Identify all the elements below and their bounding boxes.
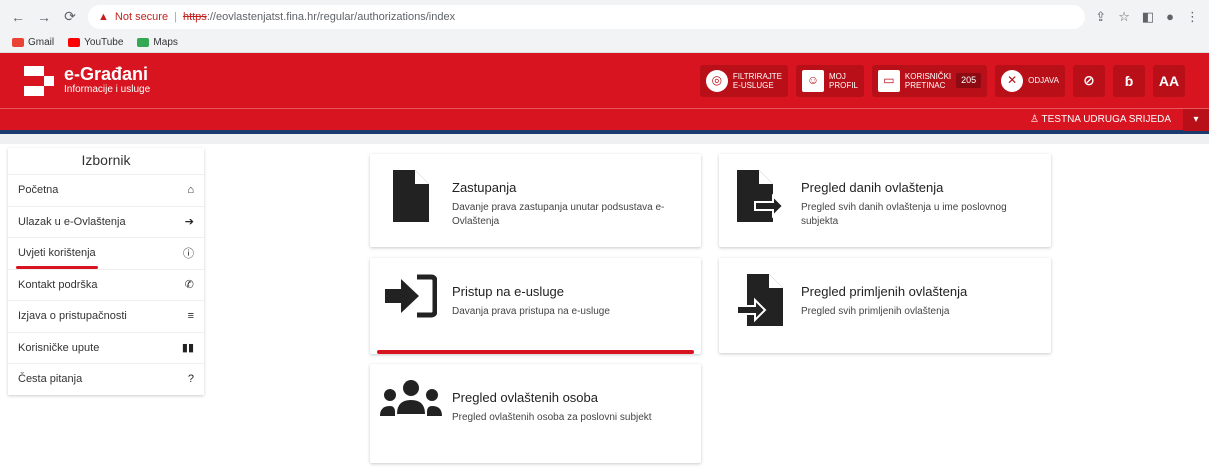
user-icon: ♙ (1029, 114, 1042, 125)
sidepanel-icon[interactable]: ◧ (1142, 9, 1154, 25)
bookmarks-bar: Gmail YouTube Maps (0, 33, 1209, 53)
site-header: e-Građani Informacije i usluge ◎ FILTRIR… (0, 53, 1209, 108)
phone-icon: ✆ (184, 279, 194, 292)
document-export-icon (719, 170, 801, 247)
question-icon: ? (187, 373, 194, 386)
card-eservice-access[interactable]: Pristup na e-usluge Davanja prava pristu… (370, 258, 701, 354)
site-logo[interactable]: e-Građani Informacije i usluge (24, 65, 150, 96)
document-icon (370, 170, 452, 247)
home-icon: ⌂ (187, 184, 194, 197)
page-gap (0, 134, 1209, 144)
maps-icon (137, 38, 150, 47)
user-bar: ♙ TESTNA UDRUGA SRIJEDA ▾ (0, 108, 1209, 134)
current-user[interactable]: ♙ TESTNA UDRUGA SRIJEDA (1030, 114, 1183, 125)
eye-slash-icon: ⊘ (1083, 72, 1095, 88)
sidebar-item-terms[interactable]: Uvjeti korištenja ⓘ (8, 237, 204, 269)
checkerboard-logo-icon (24, 65, 54, 96)
card-title: Zastupanja (452, 180, 517, 195)
profile-icon[interactable]: ● (1166, 9, 1174, 24)
document-import-icon (719, 274, 801, 353)
bookmark-youtube[interactable]: YouTube (68, 37, 123, 48)
card-title: Pregled ovlaštenih osoba (452, 390, 598, 405)
address-bar[interactable]: ▲ Not secure | https://eovlastenjatst.fi… (88, 4, 1086, 29)
card-title: Pregled danih ovlaštenja (801, 180, 944, 195)
info-icon: ⓘ (183, 248, 194, 261)
align-icon: ≡ (187, 310, 194, 323)
sidebar-item-faq[interactable]: Česta pitanja? (8, 363, 204, 395)
card-title: Pregled primljenih ovlaštenja (801, 284, 968, 299)
sidebar-title: Izbornik (81, 152, 131, 168)
warning-icon: ▲ (98, 10, 109, 23)
card-received-authorizations[interactable]: Pregled primljenih ovlaštenja Pregled sv… (719, 258, 1051, 353)
url-protocol: https (182, 10, 207, 23)
visibility-toggle-button[interactable]: ⊘ (1073, 64, 1105, 97)
sidebar-menu: Izbornik Početna ⌂ Ulazak u e-Ovlaštenja ➔… (8, 148, 204, 395)
dyslexia-font-button[interactable]: ɓ (1113, 64, 1145, 97)
card-desc: Davanja prava pristupa na e-usluge (452, 306, 610, 317)
users-icon (370, 380, 452, 463)
card-given-authorizations[interactable]: Pregled danih ovlaštenja Pregled svih da… (719, 154, 1051, 247)
sidebar-item-accessibility[interactable]: Izjava o pristupačnosti ≡ (8, 300, 204, 332)
sidebar-item-home[interactable]: Početna ⌂ (8, 174, 204, 206)
sidebar-item-login[interactable]: Ulazak u e-Ovlaštenja ➔ (8, 205, 204, 238)
profile-head-icon: ☺ (802, 69, 824, 92)
filter-icon: ◎ (705, 69, 728, 92)
not-secure-label: Not secure (114, 10, 169, 23)
filter-services-button[interactable]: ◎ FILTRIRAJTE E-USLUGE (699, 64, 788, 97)
inbox-button[interactable]: ▭ KORISNIČKI PRETINAC 205 (871, 64, 988, 97)
back-icon[interactable]: ← (10, 9, 26, 25)
bookmark-maps[interactable]: Maps (137, 37, 178, 48)
site-subtitle: Informacije i usluge (64, 84, 151, 95)
sign-in-icon: ➔ (184, 216, 194, 229)
main-content: Izbornik Početna ⌂ Ulazak u e-Ovlaštenja ➔… (0, 144, 1209, 463)
my-profile-button[interactable]: ☺ MOJ PROFIL (796, 64, 864, 97)
browser-toolbar: ← → ⟳ ▲ Not secure | https://eovlastenja… (0, 0, 1209, 33)
card-desc: Pregled ovlaštenih osoba za poslovni sub… (452, 412, 652, 423)
youtube-icon (68, 38, 81, 47)
share-icon[interactable]: ⇪ (1095, 9, 1106, 25)
card-authorized-persons[interactable]: Pregled ovlaštenih osoba Pregled ovlašte… (370, 364, 701, 463)
menu-icon[interactable]: ⋮ (1186, 9, 1199, 25)
bookmark-gmail[interactable]: Gmail (12, 37, 54, 48)
logout-button[interactable]: ✕ ODJAVA (995, 64, 1065, 97)
card-desc: Pregled svih danih ovlaštenja u ime posl… (801, 202, 1007, 227)
card-desc: Davanje prava zastupanja unutar podsusta… (452, 202, 665, 227)
chevron-down-icon: ▾ (1193, 114, 1199, 125)
inbox-icon: ▭ (877, 69, 900, 92)
bookmark-star-icon[interactable]: ☆ (1118, 9, 1130, 25)
card-title: Pristup na e-usluge (452, 284, 565, 299)
user-dropdown-button[interactable]: ▾ (1183, 108, 1209, 131)
sign-in-icon (370, 274, 452, 354)
inbox-count-badge: 205 (956, 73, 982, 88)
sidebar-item-support[interactable]: Kontakt podrška ✆ (8, 268, 204, 301)
site-title: e-Građani (64, 64, 149, 84)
forward-icon[interactable]: → (36, 9, 52, 25)
url-path: ://eovlastenjatst.fina.hr/regular/author… (206, 10, 456, 23)
card-desc: Pregled svih primljenih ovlaštenja (801, 306, 950, 317)
reload-icon[interactable]: ⟳ (62, 8, 78, 25)
gmail-icon (12, 38, 24, 47)
card-zastupanja[interactable]: Zastupanja Davanje prava zastupanja unut… (370, 154, 701, 247)
url-separator: | (174, 10, 177, 23)
font-size-button[interactable]: AA (1153, 64, 1185, 97)
active-card-underline (377, 350, 694, 354)
book-icon: ▮▮ (181, 342, 194, 355)
close-icon: ✕ (1001, 69, 1024, 92)
sidebar-item-manual[interactable]: Korisničke upute ▮▮ (8, 331, 204, 364)
